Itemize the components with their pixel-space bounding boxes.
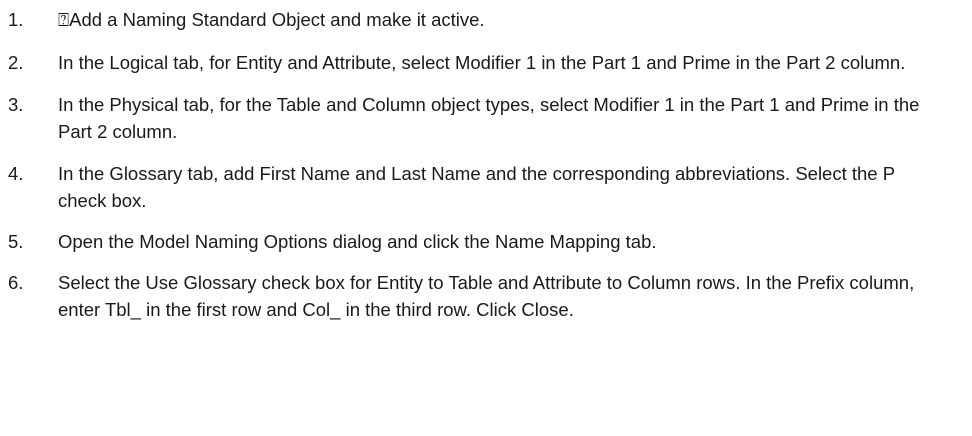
step-number: 1. bbox=[8, 9, 24, 30]
list-item-step-2: 2. In the Logical tab, for Entity and At… bbox=[0, 49, 972, 76]
step-text: ⍰Add a Naming Standard Object and make i… bbox=[58, 9, 485, 30]
step-number: 5. bbox=[8, 231, 24, 252]
step-number: 2. bbox=[8, 52, 24, 73]
list-item-step-6: 6. Select the Use Glossary check box for… bbox=[0, 269, 972, 323]
list-item-step-1: 1. ⍰Add a Naming Standard Object and mak… bbox=[0, 6, 972, 33]
step-number: 4. bbox=[8, 163, 24, 184]
instruction-document: 1. ⍰Add a Naming Standard Object and mak… bbox=[0, 0, 972, 436]
step-text: Select the Use Glossary check box for En… bbox=[58, 272, 915, 320]
step-number: 3. bbox=[8, 94, 24, 115]
list-item-step-5: 5. Open the Model Naming Options dialog … bbox=[0, 228, 972, 255]
list-item-step-3: 3. In the Physical tab, for the Table an… bbox=[0, 91, 972, 145]
step-text: In the Glossary tab, add First Name and … bbox=[58, 163, 895, 211]
step-text: In the Logical tab, for Entity and Attri… bbox=[58, 52, 906, 73]
step-text: Open the Model Naming Options dialog and… bbox=[58, 231, 657, 252]
step-number: 6. bbox=[8, 272, 24, 293]
list-item-step-4: 4. In the Glossary tab, add First Name a… bbox=[0, 160, 972, 214]
step-text: In the Physical tab, for the Table and C… bbox=[58, 94, 920, 142]
